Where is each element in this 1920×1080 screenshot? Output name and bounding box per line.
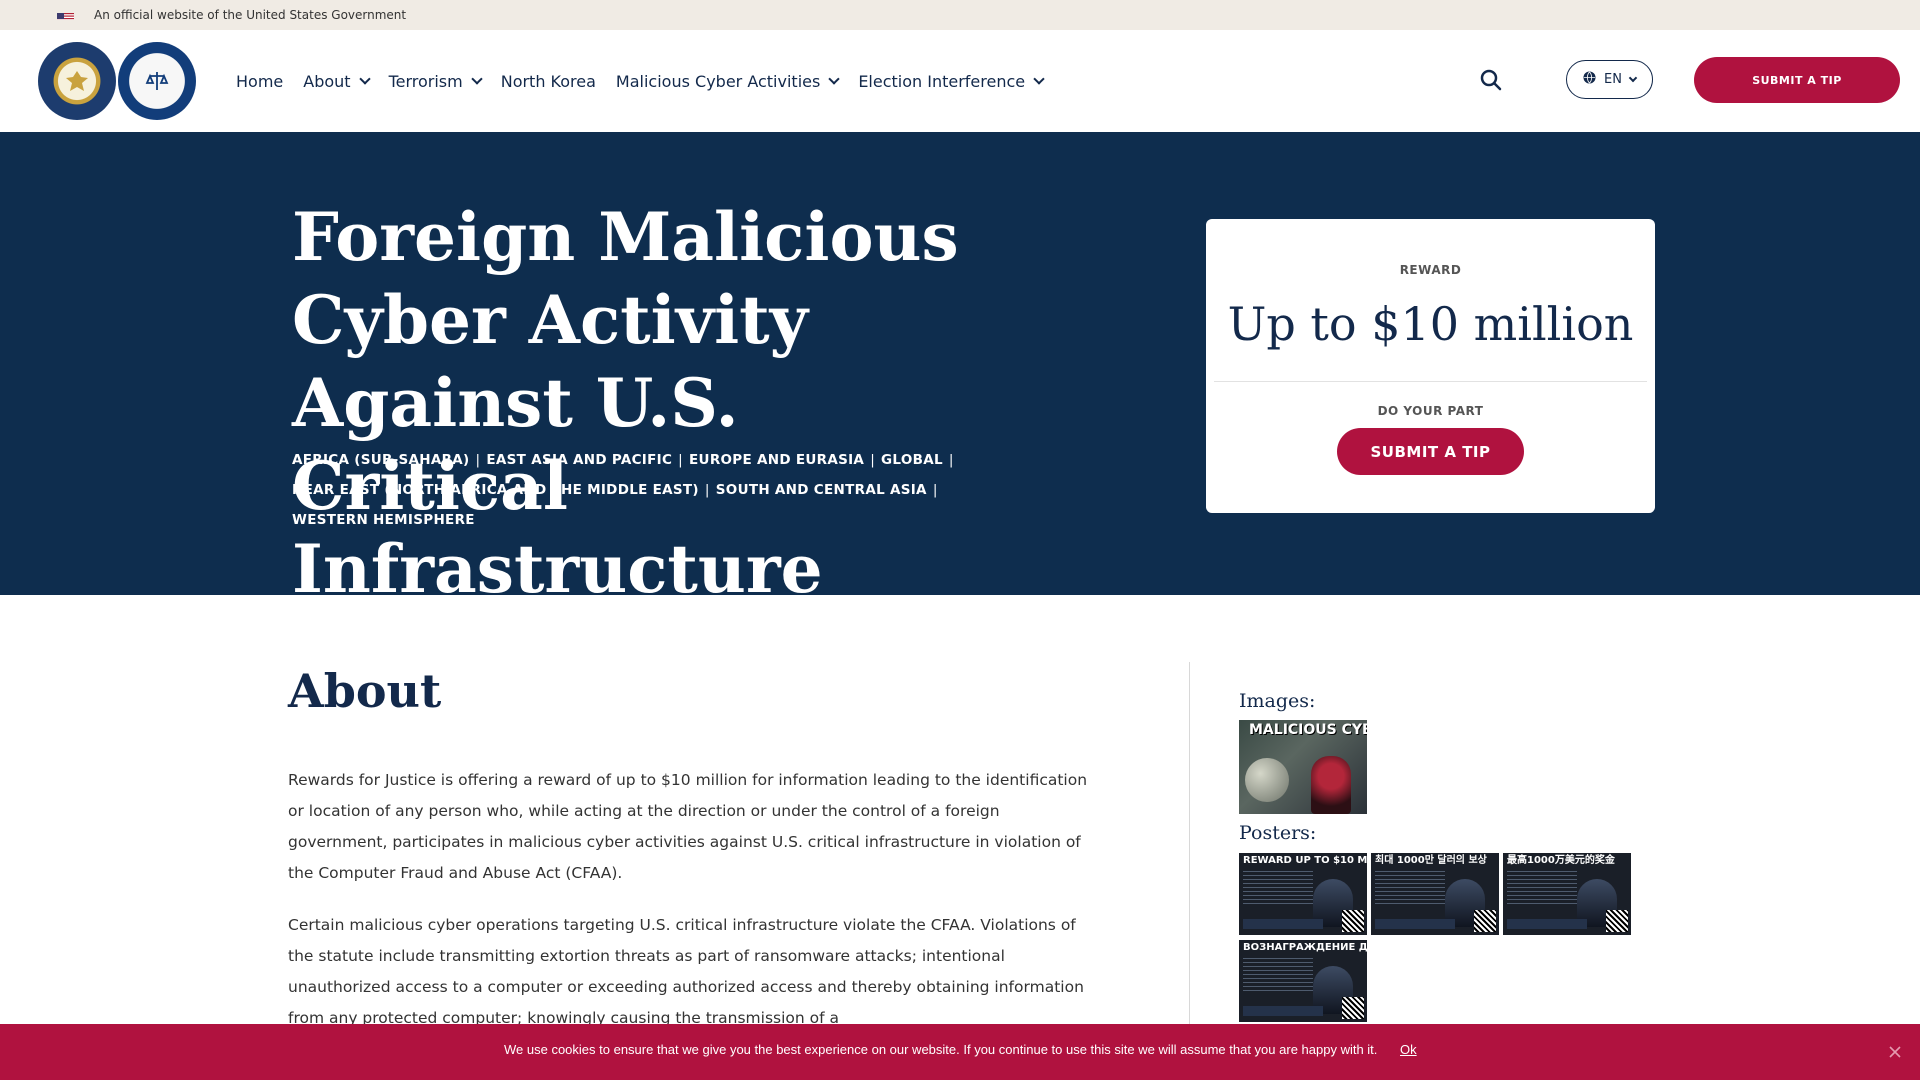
poster-russian[interactable]: ВОЗНАГРАЖДЕНИЕ ДО $10 МЛН: [1239, 940, 1367, 1022]
nav-home[interactable]: Home: [236, 72, 283, 91]
region-tag[interactable]: GLOBAL: [881, 452, 943, 468]
separator: |: [932, 482, 938, 498]
nav-label: Terrorism: [388, 71, 463, 91]
region-tag[interactable]: EUROPE AND EURASIA: [689, 452, 864, 468]
images-heading: Images:: [1239, 690, 1316, 712]
about-heading: About: [288, 664, 442, 718]
nav-north-korea[interactable]: North Korea: [501, 72, 596, 91]
poster-title: ВОЗНАГРАЖДЕНИЕ ДО $10 МЛН: [1243, 942, 1367, 953]
chevron-down-icon: [828, 72, 840, 85]
language-selector[interactable]: EN: [1566, 60, 1653, 99]
nav-about[interactable]: About: [303, 71, 371, 91]
qr-code-icon: [1606, 910, 1628, 932]
cookie-accept-link[interactable]: Ok: [1400, 1042, 1417, 1057]
separator: |: [678, 452, 684, 468]
page-title: Foreign Malicious Cyber Activity Against…: [292, 198, 959, 608]
about-paragraph: Certain malicious cyber operations targe…: [288, 916, 1084, 1027]
poster-footer: [1507, 919, 1587, 929]
reward-amount: Up to $10 million: [1227, 297, 1634, 351]
language-label: EN: [1604, 72, 1622, 87]
separator: |: [704, 482, 710, 498]
globe-icon: [1583, 71, 1596, 88]
us-flag-icon: [57, 9, 74, 20]
posters-heading: Posters:: [1239, 822, 1317, 844]
divider: [1214, 381, 1647, 382]
reward-label: REWARD: [1399, 263, 1462, 277]
region-tag[interactable]: AFRICA (SUB-SAHARA): [292, 452, 470, 468]
poster-title: 최대 1000만 달러의 보상: [1375, 855, 1487, 866]
chevron-down-icon: [358, 72, 371, 85]
site-header: Home About Terrorism North Korea Malicio…: [0, 30, 1920, 132]
nav-label: Home: [236, 71, 284, 91]
gov-banner-text: An official website of the United States…: [94, 8, 407, 22]
state-department-seal-logo[interactable]: [38, 42, 116, 120]
poster-korean[interactable]: 최대 1000만 달러의 보상: [1371, 853, 1499, 935]
qr-code-icon: [1342, 997, 1364, 1019]
nav-label: Election Interference: [858, 71, 1026, 91]
malicious-cyber-activity-image[interactable]: MALICIOUS CYBER ACTIVITY: [1239, 720, 1367, 814]
region-tag[interactable]: NEAR EAST (NORTH AFRICA AND THE MIDDLE E…: [292, 482, 699, 498]
reward-submit-tip-button[interactable]: SUBMIT A TIP: [1337, 428, 1524, 475]
gov-banner: An official website of the United States…: [0, 0, 1920, 30]
globe-graphic: [1245, 758, 1289, 802]
poster-text-block: [1243, 871, 1313, 907]
qr-code-icon: [1474, 910, 1496, 932]
poster-title: 最高1000万美元的奖金: [1507, 855, 1615, 866]
nav-label: North Korea: [500, 71, 596, 91]
region-tag[interactable]: EAST ASIA AND PACIFIC: [486, 452, 672, 468]
separator: |: [475, 452, 481, 468]
poster-text-block: [1507, 871, 1577, 907]
nav-terrorism[interactable]: Terrorism: [388, 71, 483, 91]
poster-footer: [1243, 1006, 1323, 1016]
region-tags: AFRICA (SUB-SAHARA) | EAST ASIA AND PACIFI…: [292, 445, 972, 535]
poster-footer: [1375, 919, 1455, 929]
rewards-for-justice-seal-logo[interactable]: [118, 42, 196, 120]
do-your-part-label: DO YOUR PART: [1377, 404, 1484, 418]
vertical-divider: [1189, 662, 1190, 1062]
hooded-figure-graphic: [1311, 756, 1351, 814]
image-title: MALICIOUS CYBER ACTIVITY: [1249, 722, 1367, 738]
poster-english[interactable]: REWARD UP TO $10 MILLION: [1239, 853, 1367, 935]
nav-malicious-cyber-activities[interactable]: Malicious Cyber Activities: [615, 71, 840, 91]
submit-tip-button[interactable]: SUBMIT A TIP: [1694, 57, 1900, 103]
region-tag[interactable]: WESTERN HEMISPHERE: [292, 512, 475, 528]
separator: |: [948, 452, 954, 468]
hero-section: Foreign Malicious Cyber Activity Against…: [0, 132, 1920, 608]
poster-text-block: [1243, 958, 1313, 994]
chevron-down-icon: [1628, 73, 1638, 82]
poster-text-block: [1375, 871, 1445, 907]
poster-chinese[interactable]: 最高1000万美元的奖金: [1503, 853, 1631, 935]
nav-label: About: [303, 71, 351, 91]
chevron-down-icon: [1033, 72, 1045, 85]
chevron-down-icon: [471, 72, 483, 85]
main-nav: Home About Terrorism North Korea Malicio…: [236, 30, 1063, 132]
poster-footer: [1243, 919, 1323, 929]
poster-title: REWARD UP TO $10 MILLION: [1243, 855, 1367, 866]
close-icon[interactable]: [1888, 1044, 1902, 1058]
reward-card: REWARD Up to $10 million DO YOUR PART SU…: [1206, 219, 1655, 513]
qr-code-icon: [1342, 910, 1364, 932]
nav-label: Malicious Cyber Activities: [615, 71, 821, 91]
region-tag[interactable]: SOUTH AND CENTRAL ASIA: [716, 482, 927, 498]
nav-election-interference[interactable]: Election Interference: [858, 71, 1045, 91]
about-paragraph: Rewards for Justice is offering a reward…: [288, 771, 1088, 882]
separator: |: [870, 452, 876, 468]
search-icon[interactable]: [1479, 68, 1503, 92]
cookie-message: We use cookies to ensure that we give yo…: [504, 1042, 1378, 1057]
cookie-consent-bar: We use cookies to ensure that we give yo…: [0, 1024, 1920, 1080]
